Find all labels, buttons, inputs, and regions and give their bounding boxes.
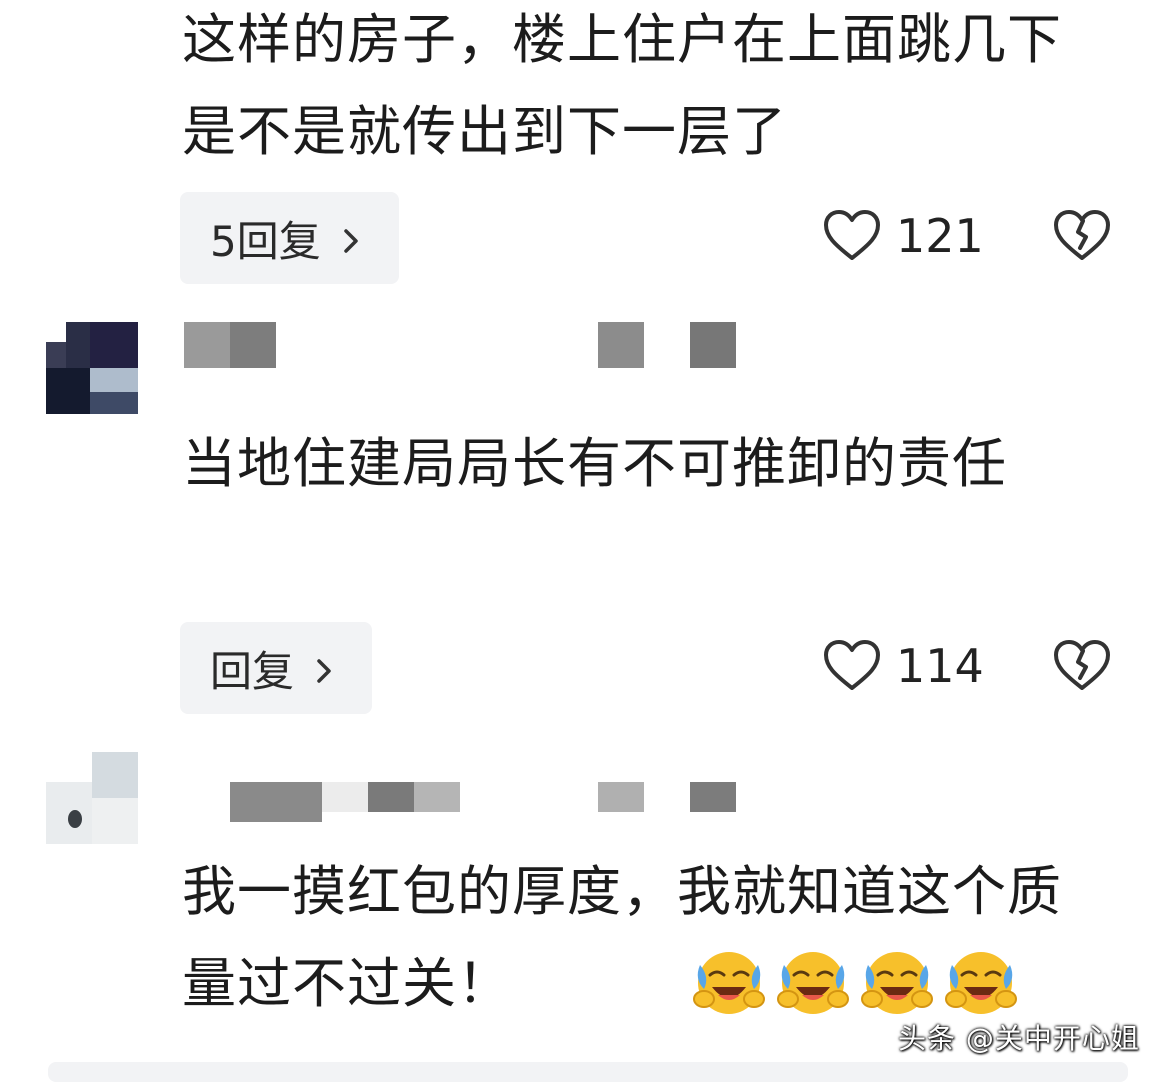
reply-button-partial[interactable] [48, 1062, 1128, 1082]
broken-heart-icon [1052, 210, 1112, 268]
chevron-right-icon [306, 650, 342, 686]
watermark: 头条 @关中开心姐 [898, 1022, 1140, 1055]
comment-text: 当地住建局局长有不可推卸的责任 [182, 432, 1007, 495]
avatar[interactable] [46, 322, 138, 414]
chevron-right-icon [333, 220, 369, 256]
reply-label: 5回复 [210, 216, 321, 266]
dislike-button[interactable] [1052, 208, 1112, 268]
like-count: 121 [896, 209, 984, 263]
reply-button[interactable]: 5回复 [180, 192, 399, 284]
rolling-laughing-emoji [774, 945, 852, 1017]
dislike-button[interactable] [1052, 638, 1112, 698]
reply-label: 回复 [210, 646, 295, 696]
comment-text: 这样的房子，楼上住户在上面跳几下是不是就传出到下一层了 [182, 8, 1062, 163]
like-button[interactable]: 114 [822, 638, 984, 694]
rolling-laughing-emoji [858, 945, 936, 1017]
avatar[interactable] [46, 752, 138, 844]
rolling-laughing-emoji [690, 945, 768, 1017]
reply-button[interactable]: 回复 [180, 622, 373, 714]
heart-outline-icon [822, 208, 882, 264]
broken-heart-icon [1052, 640, 1112, 698]
like-button[interactable]: 121 [822, 208, 984, 264]
like-count: 114 [896, 639, 984, 693]
heart-outline-icon [822, 638, 882, 694]
rolling-laughing-emoji [942, 945, 1020, 1017]
